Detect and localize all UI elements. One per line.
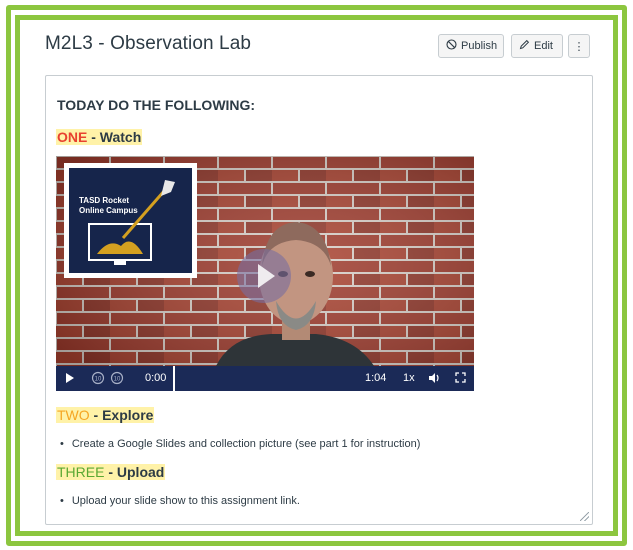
current-time: 0:00: [145, 372, 167, 384]
pencil-icon: [519, 39, 530, 53]
forward-10-icon[interactable]: 10: [110, 371, 124, 385]
instructions-heading: TODAY DO THE FOLLOWING:: [57, 97, 256, 113]
list-item: Upload your slide show to this assignmen…: [60, 495, 300, 507]
step-three-action: - Upload: [104, 464, 165, 480]
svg-text:10: 10: [114, 377, 121, 383]
volume-icon[interactable]: [428, 372, 441, 384]
more-options-button[interactable]: ⋮: [568, 34, 590, 58]
video-controls-bar: 10 10 0:00 1:04 1x: [56, 366, 474, 391]
content-box: TODAY DO THE FOLLOWING: ONE - Watch TASD…: [45, 75, 593, 525]
progress-scrubber[interactable]: [173, 366, 175, 391]
edit-button[interactable]: Edit: [511, 34, 563, 58]
page-title: M2L3 - Observation Lab: [45, 33, 252, 54]
vertical-dots-icon: ⋮: [573, 40, 585, 53]
rewind-10-icon[interactable]: 10: [91, 371, 105, 385]
rocket-monitor-icon: [88, 180, 175, 265]
publish-button-label: Publish: [461, 40, 498, 52]
publish-button[interactable]: Publish: [438, 34, 504, 58]
step-two-number: TWO: [57, 407, 90, 423]
step-three-number: THREE: [57, 464, 105, 480]
step-two-heading: TWO - Explore: [56, 407, 155, 423]
step-one-heading: ONE - Watch: [56, 129, 143, 145]
no-entry-icon: [446, 39, 457, 53]
campus-logo-card: TASD Rocket Online Campus: [64, 163, 197, 278]
resize-handle[interactable]: [580, 512, 589, 521]
play-icon[interactable]: [65, 372, 75, 384]
step-three-heading: THREE - Upload: [56, 464, 166, 480]
step-one-action: - Watch: [87, 129, 142, 145]
step-one-number: ONE: [57, 129, 88, 145]
video-player[interactable]: TASD Rocket Online Campus 10 10 0:00 1:0…: [56, 156, 474, 391]
campus-logo: TASD Rocket Online Campus: [69, 168, 192, 273]
playback-speed-button[interactable]: 1x: [403, 372, 415, 384]
play-overlay-button[interactable]: [237, 249, 291, 303]
list-item: Create a Google Slides and collection pi…: [60, 438, 421, 450]
fullscreen-icon[interactable]: [455, 372, 466, 383]
duration: 1:04: [365, 372, 387, 384]
step-two-action: - Explore: [89, 407, 154, 423]
svg-text:10: 10: [95, 377, 102, 383]
edit-button-label: Edit: [534, 40, 553, 52]
